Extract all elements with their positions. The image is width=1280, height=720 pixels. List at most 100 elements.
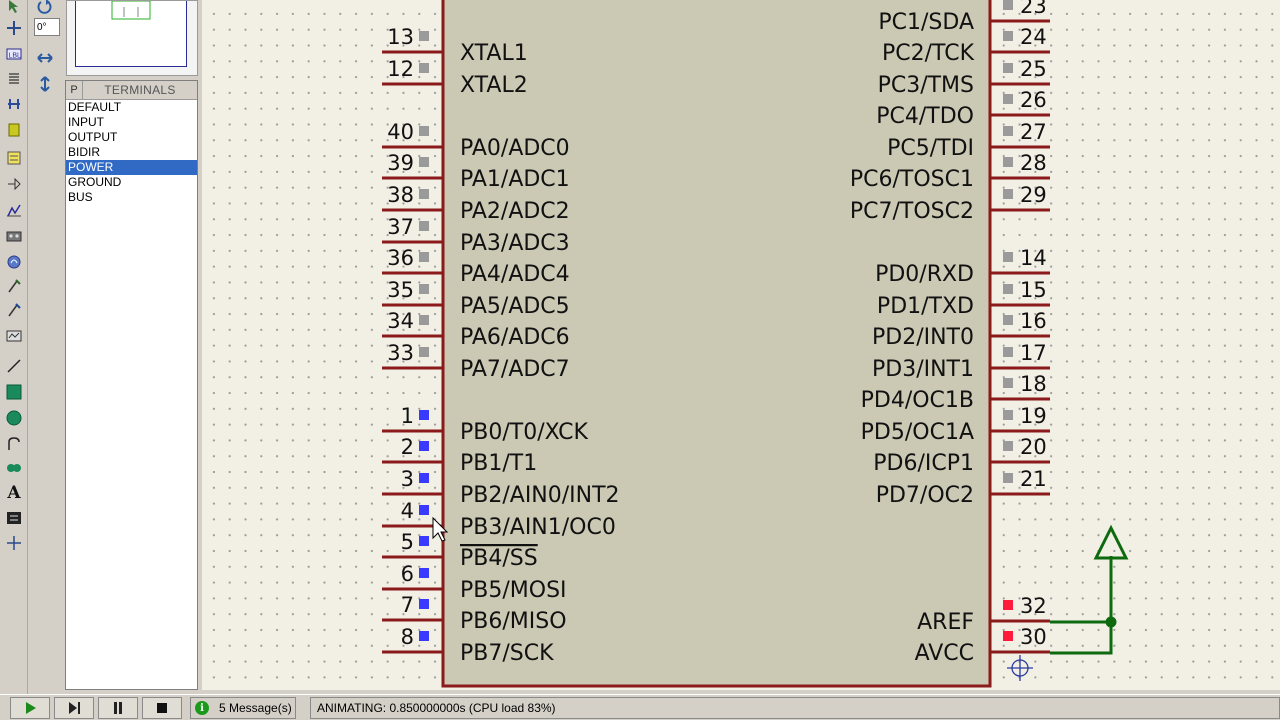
pin-state-indicator: [1003, 315, 1013, 325]
mirror-vertical-icon[interactable]: [30, 74, 60, 94]
pin-number: 27: [1020, 120, 1047, 144]
box-2d-icon[interactable]: [4, 382, 24, 402]
pin-number: 40: [387, 120, 414, 144]
pin-state-indicator: [1003, 441, 1013, 451]
subcircuit-mode-icon[interactable]: [4, 120, 24, 140]
rotate-icon[interactable]: [30, 0, 60, 16]
terminals-mode-icon[interactable]: [4, 148, 24, 168]
pin-label: PD6/ICP1: [873, 451, 974, 476]
svg-text:LBL: LBL: [9, 53, 22, 60]
pin-number: 30: [1020, 625, 1047, 649]
status-bar: i 5 Message(s) ANIMATING: 0.850000000s (…: [0, 694, 1280, 720]
pin-number: 12: [387, 57, 414, 81]
terminals-list: DEFAULT INPUT OUTPUT BIDIR POWER GROUND BUS: [66, 100, 197, 205]
pin-number: 3: [401, 467, 414, 491]
virtual-instruments-mode-icon[interactable]: [4, 326, 24, 346]
pin-number: 33: [387, 341, 414, 365]
step-button[interactable]: [54, 697, 94, 719]
terminal-item[interactable]: OUTPUT: [66, 130, 197, 145]
pin-number: 20: [1020, 435, 1047, 459]
rotation-angle-field[interactable]: [34, 18, 60, 36]
pin-state-indicator: [1003, 378, 1013, 388]
pin-label: PD2/INT0: [872, 325, 974, 350]
pin-state-indicator: [419, 599, 429, 609]
terminal-item[interactable]: INPUT: [66, 115, 197, 130]
pin-number: 13: [387, 25, 414, 49]
symbol-2d-icon[interactable]: [4, 508, 24, 528]
pin-number: 23: [1020, 0, 1047, 18]
pin-state-indicator: [1003, 0, 1013, 10]
terminals-panel: P TERMINALS DEFAULT INPUT OUTPUT BIDIR POWER…: [65, 80, 198, 690]
device-pins-mode-icon[interactable]: [4, 174, 24, 194]
pin-label: PB0/T0/XCK: [460, 420, 588, 445]
pin-number: 36: [387, 246, 414, 270]
pin-label: PB1/T1: [460, 451, 537, 476]
animation-status: ANIMATING: 0.850000000s (CPU load 83%): [310, 697, 1280, 719]
pin-state-indicator: [1003, 189, 1013, 199]
pin-label: PB3/AIN1/OC0: [460, 515, 616, 540]
terminal-item[interactable]: BUS: [66, 190, 197, 205]
selection-mode-icon[interactable]: [4, 0, 24, 16]
pin-label: PB2/AIN0/INT2: [460, 483, 620, 508]
pin-label: AREF: [917, 610, 974, 635]
generator-mode-icon[interactable]: [4, 252, 24, 272]
stop-button[interactable]: [142, 697, 182, 719]
text-2d-icon[interactable]: A: [4, 483, 24, 503]
arc-2d-icon[interactable]: [4, 434, 24, 454]
voltage-probe-mode-icon[interactable]: [4, 276, 24, 296]
pin-number: 8: [401, 625, 414, 649]
terminal-item[interactable]: GROUND: [66, 175, 197, 190]
pin-number: 38: [387, 183, 414, 207]
pin-number: 5: [401, 530, 414, 554]
pin-label: PA5/ADC5: [460, 294, 570, 319]
play-button[interactable]: [10, 697, 50, 719]
label-mode-icon[interactable]: LBL: [4, 44, 24, 64]
pin-number: 17: [1020, 341, 1047, 365]
pin-label: PC7/TOSC2: [850, 199, 974, 224]
pause-button[interactable]: [98, 697, 138, 719]
pin-label: PB5/MOSI: [460, 578, 567, 603]
line-2d-icon[interactable]: [4, 356, 24, 376]
schematic-canvas[interactable]: 13 XTAL1 12 XTAL2 40 PA0/ADC0 39 PA1/ADC1 38 PA2/…: [202, 0, 1280, 690]
pin-label: PA2/ADC2: [460, 199, 570, 224]
pin-number: 19: [1020, 404, 1047, 428]
pin-number: 15: [1020, 278, 1047, 302]
graph-mode-icon[interactable]: [4, 200, 24, 220]
terminal-item[interactable]: POWER: [66, 160, 197, 175]
pin-label: PB4/SS: [460, 546, 538, 571]
path-2d-icon[interactable]: [4, 458, 24, 478]
component-mode-icon[interactable]: [4, 18, 24, 38]
pin-state-indicator: [419, 252, 429, 262]
terminal-item[interactable]: BIDIR: [66, 145, 197, 160]
pin-state-indicator: [1003, 94, 1013, 104]
pin-state-indicator: [419, 568, 429, 578]
pin-state-indicator: [1003, 157, 1013, 167]
overview-preview[interactable]: [66, 0, 198, 76]
bus-mode-icon[interactable]: [4, 94, 24, 114]
pin-state-indicator: [419, 536, 429, 546]
text-script-icon[interactable]: [4, 68, 24, 88]
orientation-toolbar: [28, 0, 64, 100]
mirror-horizontal-icon[interactable]: [30, 48, 60, 68]
current-probe-mode-icon[interactable]: [4, 300, 24, 320]
pin-state-indicator: [419, 157, 429, 167]
pin-label: PB7/SCK: [460, 641, 554, 666]
pin-state-indicator: [419, 126, 429, 136]
tape-recorder-mode-icon[interactable]: [4, 226, 24, 246]
pin-number: 35: [387, 278, 414, 302]
overview-viewport: [75, 1, 187, 67]
terminals-title: TERMINALS: [104, 83, 176, 97]
animation-status-text: ANIMATING: 0.850000000s (CPU load 83%): [317, 701, 556, 715]
pin-label: PA4/ADC4: [460, 262, 570, 287]
origin-marker-icon: [1007, 655, 1033, 681]
messages-indicator[interactable]: i 5 Message(s): [190, 697, 296, 719]
pick-devices-button[interactable]: P: [66, 81, 83, 99]
terminals-header: P TERMINALS: [66, 81, 197, 100]
pin-label: XTAL1: [460, 41, 528, 66]
terminal-item[interactable]: DEFAULT: [66, 100, 197, 115]
circle-2d-icon[interactable]: [4, 408, 24, 428]
power-terminal-symbol[interactable]: [1093, 524, 1129, 560]
marker-2d-icon[interactable]: [4, 533, 24, 553]
pin-number: 21: [1020, 467, 1047, 491]
avcc-aref-wire[interactable]: [1050, 556, 1113, 655]
